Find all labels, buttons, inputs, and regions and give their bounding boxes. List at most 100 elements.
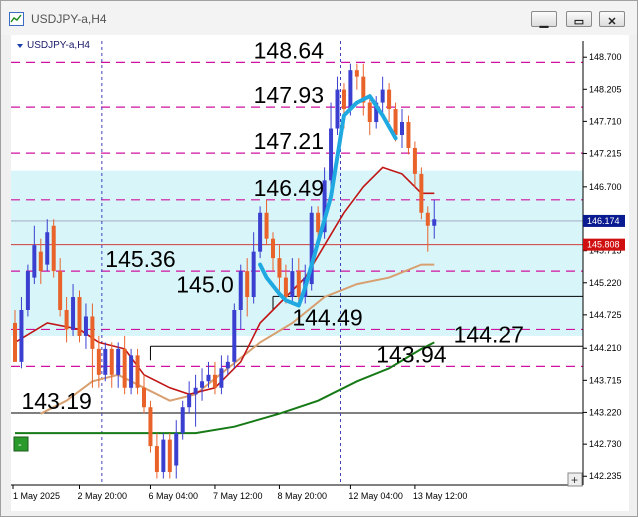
candle-body bbox=[64, 309, 69, 330]
candle-body bbox=[406, 122, 411, 148]
candle-body bbox=[316, 212, 321, 233]
chart-window: USDJPY-a,H4 ▁ ▭ ✕ 148.64 147.93 147.21 146.… bbox=[0, 0, 638, 517]
minimize-button[interactable]: ▁ bbox=[531, 11, 557, 28]
price-tick-label: 148.205 bbox=[589, 84, 622, 94]
price-chart[interactable]: 148.64 147.93 147.21 146.49 145.36145.0 144.4… bbox=[11, 35, 629, 511]
candle-body bbox=[142, 387, 146, 408]
symbol-label: USDJPY-a,H4 bbox=[27, 40, 90, 51]
candle-body bbox=[116, 348, 121, 375]
candle-body bbox=[167, 439, 172, 473]
candle-body bbox=[341, 89, 346, 110]
candle-body bbox=[45, 232, 50, 265]
price-annotation: 144.49 bbox=[292, 304, 362, 330]
chart-icon bbox=[9, 12, 24, 26]
candle-body bbox=[387, 89, 392, 110]
window-title: USDJPY-a,H4 bbox=[31, 12, 107, 26]
candle-body bbox=[212, 374, 217, 388]
price-tick-label: 143.220 bbox=[589, 407, 622, 417]
candle-body bbox=[19, 309, 24, 362]
price-tick-label: 145.220 bbox=[589, 278, 622, 288]
candle-body bbox=[90, 316, 95, 349]
candle-body bbox=[129, 355, 134, 388]
price-tick-label: 147.215 bbox=[589, 148, 622, 158]
candle-body bbox=[290, 271, 295, 298]
ask-price-text: 145.808 bbox=[587, 240, 620, 250]
candle-body bbox=[354, 70, 359, 77]
price-annotation: 143.94 bbox=[376, 341, 447, 367]
bid-price-text: 146.174 bbox=[587, 216, 620, 226]
price-tick-label: 146.700 bbox=[589, 182, 622, 192]
candle-body bbox=[109, 348, 114, 375]
close-icon: ✕ bbox=[607, 16, 617, 28]
price-annotation: 143.19 bbox=[21, 388, 91, 414]
candle-body bbox=[419, 173, 424, 213]
candle-body bbox=[96, 348, 101, 375]
zoom-plus-label: + bbox=[571, 473, 578, 487]
candle-body bbox=[367, 102, 372, 123]
candle-body bbox=[258, 212, 263, 252]
price-annotation: 144.27 bbox=[454, 321, 524, 347]
time-tick-label: 7 May 12:00 bbox=[213, 491, 263, 501]
price-tick-label: 143.715 bbox=[589, 375, 622, 385]
time-tick-label: 8 May 20:00 bbox=[277, 491, 327, 501]
candle-body bbox=[251, 251, 256, 298]
candle-body bbox=[380, 89, 385, 103]
candle-body bbox=[193, 387, 198, 395]
candle-body bbox=[51, 225, 56, 272]
candle-body bbox=[58, 271, 63, 310]
candle-body bbox=[161, 439, 166, 473]
candle-body bbox=[187, 394, 192, 408]
candle-body bbox=[329, 128, 334, 181]
candle-body bbox=[412, 147, 417, 174]
candle-body bbox=[71, 297, 76, 330]
candle-body bbox=[400, 122, 404, 135]
close-button[interactable]: ✕ bbox=[599, 11, 625, 28]
price-tick-label: 148.700 bbox=[589, 52, 622, 62]
candle-body bbox=[296, 271, 301, 298]
candle-body bbox=[432, 219, 437, 226]
price-tick-label: 142.235 bbox=[589, 471, 622, 481]
candle-body bbox=[25, 271, 30, 310]
price-annotation: 146.49 bbox=[254, 175, 324, 201]
candle-body bbox=[32, 245, 37, 278]
candle-body bbox=[264, 212, 269, 239]
candle-body bbox=[283, 277, 288, 298]
candle-body bbox=[38, 251, 43, 272]
candle-body bbox=[277, 258, 282, 278]
candle-body bbox=[148, 407, 153, 447]
price-tick-label: 144.725 bbox=[589, 310, 622, 320]
candle-body bbox=[335, 89, 340, 129]
candle-body bbox=[245, 271, 250, 298]
candle-body bbox=[83, 316, 88, 336]
time-tick-label: 2 May 20:00 bbox=[78, 491, 128, 501]
time-tick-label: 13 May 12:00 bbox=[413, 491, 468, 501]
candle-body bbox=[348, 70, 353, 110]
time-tick-label: 12 May 04:00 bbox=[348, 491, 403, 501]
price-annotation: 145.36 bbox=[105, 246, 175, 272]
price-tick-label: 144.210 bbox=[589, 343, 622, 353]
price-annotation: 148.64 bbox=[254, 37, 325, 63]
candle-body bbox=[219, 368, 224, 388]
price-annotation: 147.93 bbox=[254, 82, 324, 108]
price-tick-label: 142.730 bbox=[589, 439, 622, 449]
candle-body bbox=[103, 348, 108, 375]
price-annotation: 147.21 bbox=[254, 128, 324, 154]
maximize-icon: ▭ bbox=[573, 16, 585, 28]
price-tick-label: 147.710 bbox=[589, 116, 622, 126]
candle-body bbox=[238, 271, 243, 310]
price-annotation: 145.0 bbox=[176, 271, 234, 297]
candle-body bbox=[180, 407, 185, 434]
candle-body bbox=[425, 212, 430, 226]
candle-body bbox=[271, 238, 275, 259]
title-bar[interactable]: USDJPY-a,H4 ▁ ▭ ✕ bbox=[1, 1, 637, 35]
candle-body bbox=[200, 381, 205, 388]
time-tick-label: 1 May 2025 bbox=[13, 491, 60, 501]
candle-body bbox=[77, 297, 82, 336]
maximize-button[interactable]: ▭ bbox=[566, 11, 592, 28]
candle-body bbox=[154, 446, 159, 473]
candle-body bbox=[206, 374, 211, 382]
candle-body bbox=[122, 348, 127, 388]
candle-body bbox=[393, 109, 398, 135]
candle-body bbox=[174, 433, 179, 466]
candle-body bbox=[232, 309, 237, 362]
